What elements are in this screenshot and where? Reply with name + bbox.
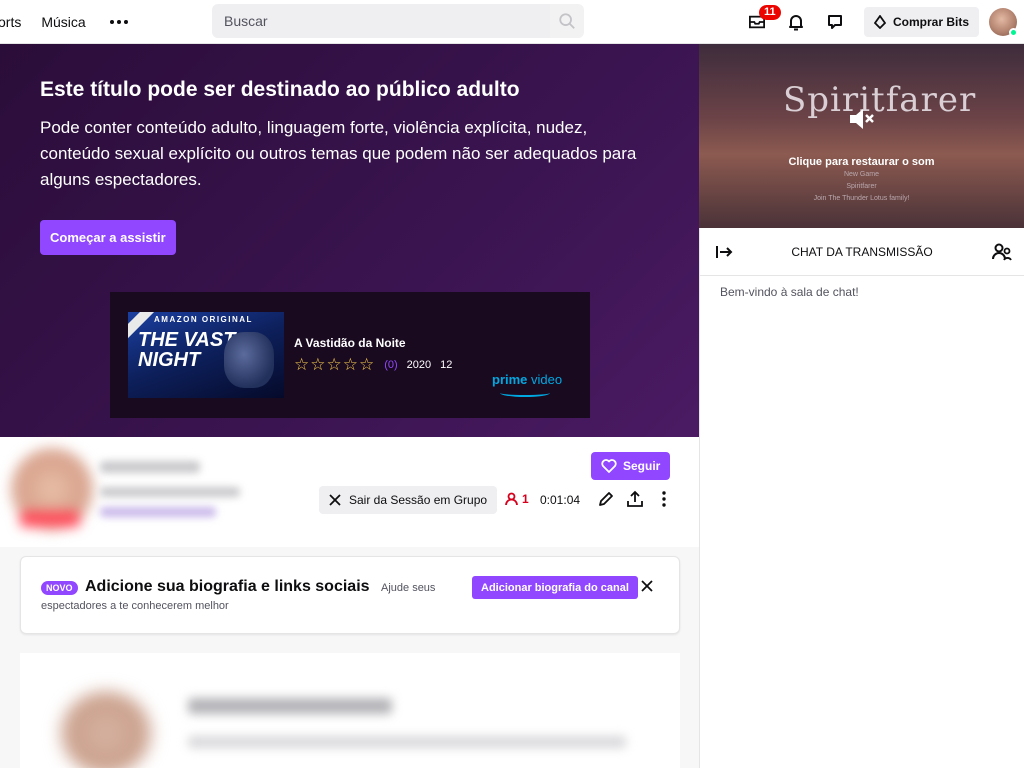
search-icon — [559, 13, 575, 29]
poster-title-line1: THE VAST — [138, 329, 236, 351]
exit-group-session-button[interactable]: Sair da Sessão em Grupo — [319, 486, 498, 514]
ad-title: A Vastidão da Noite — [294, 336, 406, 350]
chat-panel: CHAT DA TRANSMISSÃO Bem-vindo à sala de … — [699, 228, 1024, 768]
search-bar — [212, 4, 584, 38]
credit-line: New Game — [843, 171, 879, 178]
more-options-icon[interactable] — [109, 20, 128, 24]
top-nav: orts Música 11 Comprar Bits — [0, 0, 1024, 44]
about-panel — [20, 653, 680, 768]
mature-warning-description: Pode conter conteúdo adulto, linguagem f… — [40, 118, 637, 189]
community-button[interactable] — [992, 242, 1012, 267]
channel-avatar[interactable] — [10, 447, 94, 531]
bio-card-subtitle-start: Ajude seus — [381, 582, 436, 594]
bits-icon — [873, 15, 886, 29]
viewer-icon — [505, 492, 518, 506]
ad-banner[interactable]: AMAZON ORIGINAL THE VAST NIGHT A Vastidã… — [110, 292, 590, 418]
share-button[interactable] — [626, 490, 644, 513]
viewer-count: 1 — [505, 492, 529, 506]
viewer-count-value: 1 — [522, 492, 529, 506]
ad-age-rating: 12 — [440, 359, 453, 371]
close-icon — [641, 580, 653, 592]
prime-logo-video: video — [531, 372, 563, 387]
users-icon — [992, 243, 1012, 261]
credit-line: Join The Thunder Lotus family! — [813, 195, 910, 202]
ad-poster: AMAZON ORIGINAL THE VAST NIGHT — [128, 312, 284, 398]
ad-rating-count: (0) — [384, 359, 398, 371]
dismiss-bio-card-button[interactable] — [641, 579, 653, 597]
ad-year: 2020 — [406, 359, 432, 371]
follow-button[interactable]: Seguir — [591, 452, 671, 480]
video-player[interactable]: Spiritfarer Clique para restaurar o som … — [699, 44, 1024, 228]
share-icon — [627, 490, 643, 507]
user-avatar[interactable] — [989, 8, 1018, 37]
chat-welcome-message: Bem-vindo à sala de chat! — [720, 285, 859, 299]
nav-link-music[interactable]: Música — [41, 14, 85, 30]
chat-header: CHAT DA TRANSMISSÃO — [700, 228, 1024, 276]
collapse-arrow-icon — [716, 246, 733, 258]
chat-bubble-icon — [827, 15, 842, 29]
nav-left: orts Música — [0, 0, 128, 44]
bio-card-title: Adicione sua biografia e links sociais — [85, 578, 370, 595]
player-credits: New Game Spiritfarer Join The Thunder Lo… — [699, 169, 1024, 205]
buy-bits-button[interactable]: Comprar Bits — [863, 7, 979, 37]
credit-line: Spiritfarer — [846, 183, 877, 190]
collapse-chat-button[interactable] — [716, 244, 734, 265]
notifications-button[interactable] — [778, 4, 814, 40]
poster-artwork — [224, 332, 274, 388]
bell-icon — [788, 15, 803, 31]
vertical-dots-icon — [662, 491, 666, 507]
channel-info: Seguir Sair da Sessão em Grupo 1 0:01:04 — [0, 437, 699, 547]
inbox-button[interactable]: 11 — [739, 4, 781, 40]
poster-brand: AMAZON ORIGINAL — [154, 315, 253, 324]
about-channel-name-blurred — [188, 698, 392, 714]
about-avatar — [60, 691, 152, 768]
poster-title: THE VAST NIGHT — [138, 330, 235, 370]
prime-video-logo: prime video — [492, 372, 562, 387]
stream-uptime: 0:01:04 — [540, 493, 581, 507]
game-logo: Spiritfarer — [783, 80, 977, 120]
star-rating-icon: ☆☆☆☆☆ — [294, 355, 376, 374]
start-watching-button[interactable]: Começar a assistir — [40, 220, 176, 255]
prime-logo-prime: prime — [492, 372, 528, 387]
search-button[interactable] — [550, 4, 584, 38]
live-badge — [20, 511, 80, 527]
more-actions-button[interactable] — [658, 490, 670, 513]
whispers-button[interactable] — [817, 4, 853, 40]
search-input[interactable] — [212, 4, 550, 38]
channel-name-blurred — [100, 461, 200, 473]
bio-card-subtitle-end: espectadores a te conhecerem melhor — [41, 600, 229, 612]
pencil-icon — [599, 492, 613, 506]
muted-speaker-icon[interactable] — [847, 104, 877, 139]
restore-sound-text[interactable]: Clique para restaurar o som — [699, 156, 1024, 168]
follow-label: Seguir — [623, 459, 661, 473]
ad-meta: ☆☆☆☆☆ (0) 2020 12 — [294, 355, 452, 375]
stream-category-blurred — [100, 507, 216, 517]
online-indicator — [1009, 28, 1018, 37]
nav-right: 11 Comprar Bits — [739, 0, 1024, 44]
exit-group-label: Sair da Sessão em Grupo — [349, 493, 488, 507]
nav-link-esports[interactable]: orts — [0, 14, 21, 30]
mature-warning-title: Este título pode ser destinado ao públic… — [40, 78, 520, 101]
buy-bits-label: Comprar Bits — [892, 15, 969, 29]
stream-title-blurred — [100, 487, 240, 497]
heart-icon — [601, 459, 617, 473]
chat-title: CHAT DA TRANSMISSÃO — [791, 244, 933, 259]
prime-smile-icon — [500, 389, 550, 397]
about-followers-blurred — [188, 736, 626, 748]
edit-stream-button[interactable] — [597, 490, 615, 513]
add-bio-button[interactable]: Adicionar biografia do canal — [472, 576, 638, 599]
poster-title-line2: NIGHT — [138, 349, 201, 371]
mature-content-warning: Este título pode ser destinado ao públic… — [0, 44, 699, 437]
bio-promo-card: NOVO Adicione sua biografia e links soci… — [20, 556, 680, 634]
new-badge: NOVO — [41, 581, 78, 595]
close-icon — [329, 494, 341, 506]
